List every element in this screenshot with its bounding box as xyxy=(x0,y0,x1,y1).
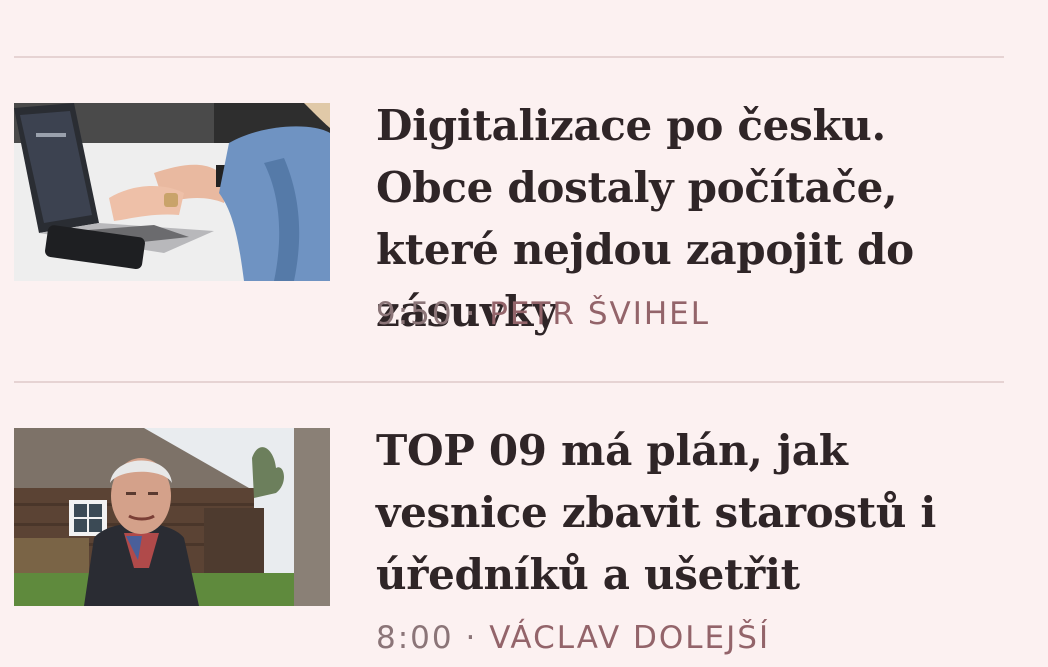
article-thumbnail[interactable] xyxy=(14,103,330,281)
article-author[interactable]: VÁCLAV DOLEJŠÍ xyxy=(489,620,770,656)
article-meta: 8:00 · VÁCLAV DOLEJŠÍ xyxy=(376,618,770,658)
meta-separator: · xyxy=(465,296,478,332)
laptop-typing-photo-icon xyxy=(14,103,330,281)
article-thumbnail[interactable] xyxy=(14,428,330,606)
divider-middle xyxy=(14,381,1004,383)
article-meta: 9:50 · PETR ŠVIHEL xyxy=(376,294,710,334)
article-headline[interactable]: TOP 09 má plán, jak vesnice zbavit staro… xyxy=(376,420,1002,606)
elderly-man-village-photo-icon xyxy=(14,428,330,606)
article-time: 8:00 xyxy=(376,620,454,656)
article-time: 9:50 xyxy=(376,296,454,332)
divider-top xyxy=(14,56,1004,58)
meta-separator: · xyxy=(465,620,478,656)
article-item[interactable]: Digitalizace po česku. Obce dostaly počí… xyxy=(14,101,1004,343)
article-author[interactable]: PETR ŠVIHEL xyxy=(489,296,710,332)
article-item[interactable]: TOP 09 má plán, jak vesnice zbavit staro… xyxy=(14,426,1004,667)
